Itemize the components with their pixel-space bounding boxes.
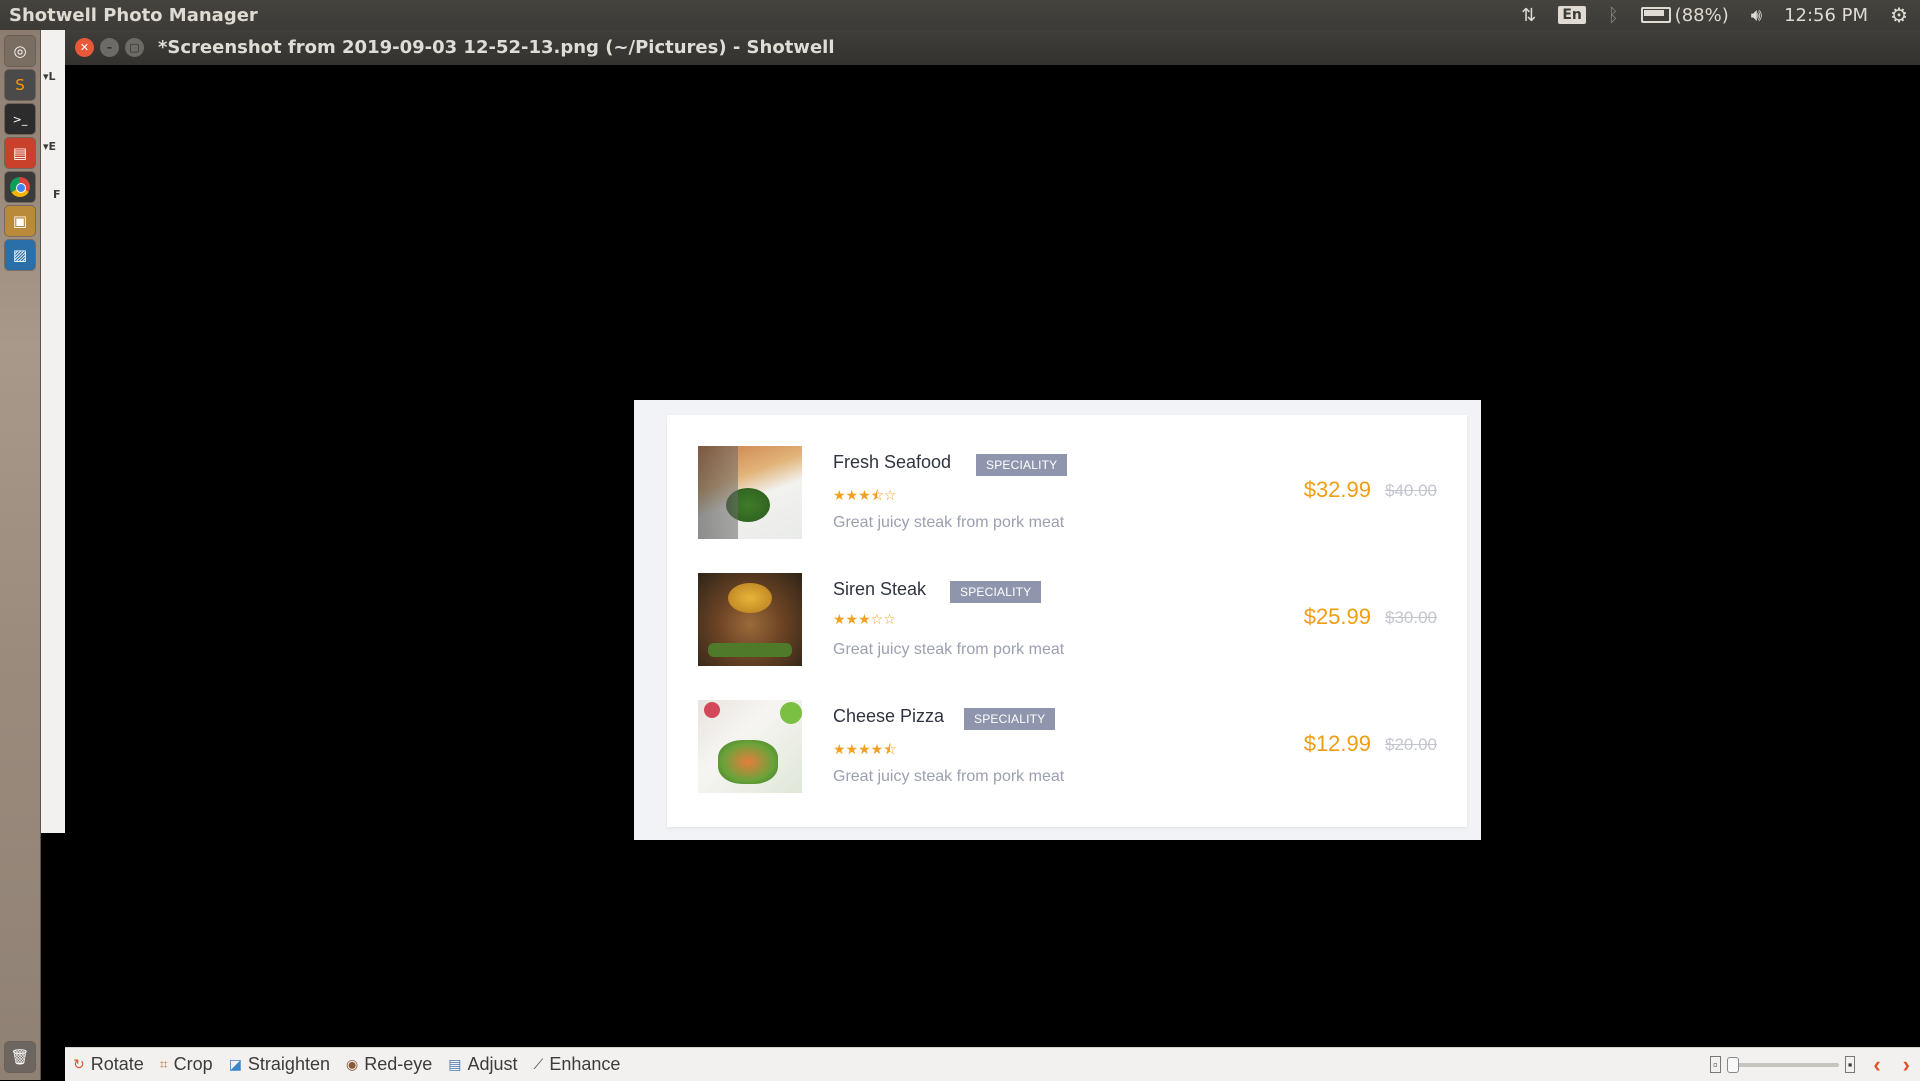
trash-icon[interactable]: 🗑︎ xyxy=(5,1042,35,1072)
keyboard-layout-indicator[interactable]: En xyxy=(1558,6,1586,24)
maximize-button[interactable]: ▢ xyxy=(125,38,144,57)
straighten-button[interactable]: ◪ Straighten xyxy=(229,1054,330,1075)
rotate-icon: ↻ xyxy=(73,1056,85,1072)
indicator-area: ⇅ En ᛒ (88%) 🔊︎ 12:56 PM ⚙ xyxy=(1499,0,1908,30)
window-title: *Screenshot from 2019-09-03 12-52-13.png… xyxy=(158,37,835,58)
photo-viewer[interactable]: Fresh Seafood SPECIALITY ★★★⯪☆ Great jui… xyxy=(65,65,1920,1047)
software-center-icon[interactable]: ▤ xyxy=(5,138,35,168)
price: $32.99 xyxy=(1303,477,1371,502)
library-sidebar-strip: ▾L ▾E F xyxy=(41,30,66,833)
menu-item: Siren Steak SPECIALITY ★★★☆☆ Great juicy… xyxy=(667,573,1467,667)
battery-icon xyxy=(1640,7,1671,23)
old-price: $20.00 xyxy=(1385,735,1437,754)
adjust-label: Adjust xyxy=(467,1054,518,1074)
speciality-badge: SPECIALITY xyxy=(976,454,1068,476)
eye-icon: ◉ xyxy=(345,1056,359,1072)
photos-icon[interactable]: ▣ xyxy=(5,206,35,236)
old-price: $30.00 xyxy=(1385,608,1437,627)
launcher: ◎ S >_ ▤ ▣ ▨ 🗑︎ xyxy=(0,30,41,1080)
rotate-button[interactable]: ↻ Rotate xyxy=(73,1054,144,1075)
previous-photo-icon[interactable]: ‹ xyxy=(1873,1052,1880,1078)
edit-toolbar: ↻ Rotate ⌗ Crop ◪ Straighten ◉ Red-eye ▤… xyxy=(65,1047,1920,1081)
straighten-icon: ◪ xyxy=(228,1056,242,1072)
volume-icon[interactable]: 🔊︎ xyxy=(1751,5,1762,26)
dish-image xyxy=(698,700,802,793)
zoom-in-icon[interactable]: ▪ xyxy=(1844,1056,1856,1073)
battery-indicator[interactable]: (88%) xyxy=(1640,4,1729,26)
menu-card: Fresh Seafood SPECIALITY ★★★⯪☆ Great jui… xyxy=(667,415,1467,827)
dish-description: Great juicy steak from pork meat xyxy=(833,768,1065,785)
gear-icon[interactable]: ⚙ xyxy=(1890,3,1908,27)
zoom-slider[interactable] xyxy=(1726,1056,1839,1073)
zoom-slider-thumb[interactable] xyxy=(1726,1056,1739,1073)
red-eye-label: Red-eye xyxy=(364,1054,433,1074)
red-eye-button[interactable]: ◉ Red-eye xyxy=(346,1054,432,1075)
star-rating: ★★★★⯪ xyxy=(833,742,897,758)
enhance-button[interactable]: ⟋ Enhance xyxy=(534,1054,621,1075)
zoom-control: ▫ ▪ ‹ › xyxy=(1710,1052,1910,1078)
search-icon[interactable]: ◎ xyxy=(5,36,35,66)
photo: Fresh Seafood SPECIALITY ★★★⯪☆ Great jui… xyxy=(634,400,1481,840)
speciality-badge: SPECIALITY xyxy=(950,581,1042,603)
old-price: $40.00 xyxy=(1385,481,1437,500)
dish-image xyxy=(698,573,802,666)
shotwell-icon[interactable]: ▨ xyxy=(5,240,35,270)
network-icon[interactable]: ⇅ xyxy=(1521,5,1536,26)
terminal-icon[interactable]: >_ xyxy=(5,104,35,134)
rotate-label: Rotate xyxy=(90,1054,144,1074)
menu-item: Cheese Pizza SPECIALITY ★★★★⯪ Great juic… xyxy=(667,700,1467,794)
star-rating: ★★★☆☆ xyxy=(833,612,896,628)
crop-button[interactable]: ⌗ Crop xyxy=(160,1054,213,1075)
clock[interactable]: 12:56 PM xyxy=(1784,5,1868,26)
battery-percentage: (88%) xyxy=(1674,4,1729,26)
star-rating: ★★★⯪☆ xyxy=(833,488,897,504)
sidebar-item-letter[interactable]: F xyxy=(53,188,61,201)
enhance-label: Enhance xyxy=(549,1054,621,1074)
dish-name: Siren Steak xyxy=(833,579,927,599)
expand-triangle-icon[interactable]: ▾E xyxy=(43,140,56,153)
app-title: Shotwell Photo Manager xyxy=(9,4,258,26)
sublime-text-icon[interactable]: S xyxy=(5,70,35,100)
crop-icon: ⌗ xyxy=(159,1056,168,1072)
dish-name: Cheese Pizza xyxy=(833,706,945,726)
close-button[interactable]: ✕ xyxy=(75,38,94,57)
adjust-icon: ▤ xyxy=(448,1056,462,1072)
dish-name: Fresh Seafood xyxy=(833,452,952,472)
next-photo-icon[interactable]: › xyxy=(1903,1052,1910,1078)
zoom-out-icon[interactable]: ▫ xyxy=(1710,1056,1721,1073)
magic-wand-icon: ⟋ xyxy=(533,1056,544,1072)
dish-description: Great juicy steak from pork meat xyxy=(833,514,1065,531)
bluetooth-icon[interactable]: ᛒ xyxy=(1608,5,1619,26)
window-titlebar[interactable]: ✕ – ▢ *Screenshot from 2019-09-03 12-52-… xyxy=(65,30,1920,65)
dish-description: Great juicy steak from pork meat xyxy=(833,641,1065,658)
menu-item: Fresh Seafood SPECIALITY ★★★⯪☆ Great jui… xyxy=(667,446,1467,540)
straighten-label: Straighten xyxy=(247,1054,330,1074)
minimize-button[interactable]: – xyxy=(100,38,119,57)
chrome-icon[interactable] xyxy=(5,172,35,202)
speciality-badge: SPECIALITY xyxy=(964,708,1056,730)
price: $12.99 xyxy=(1303,731,1371,756)
expand-triangle-icon[interactable]: ▾L xyxy=(43,70,56,83)
top-panel: Shotwell Photo Manager ⇅ En ᛒ (88%) 🔊︎ 1… xyxy=(0,0,1920,30)
price: $25.99 xyxy=(1303,604,1371,629)
dish-image xyxy=(698,446,802,539)
adjust-button[interactable]: ▤ Adjust xyxy=(448,1054,517,1075)
crop-label: Crop xyxy=(173,1054,213,1074)
